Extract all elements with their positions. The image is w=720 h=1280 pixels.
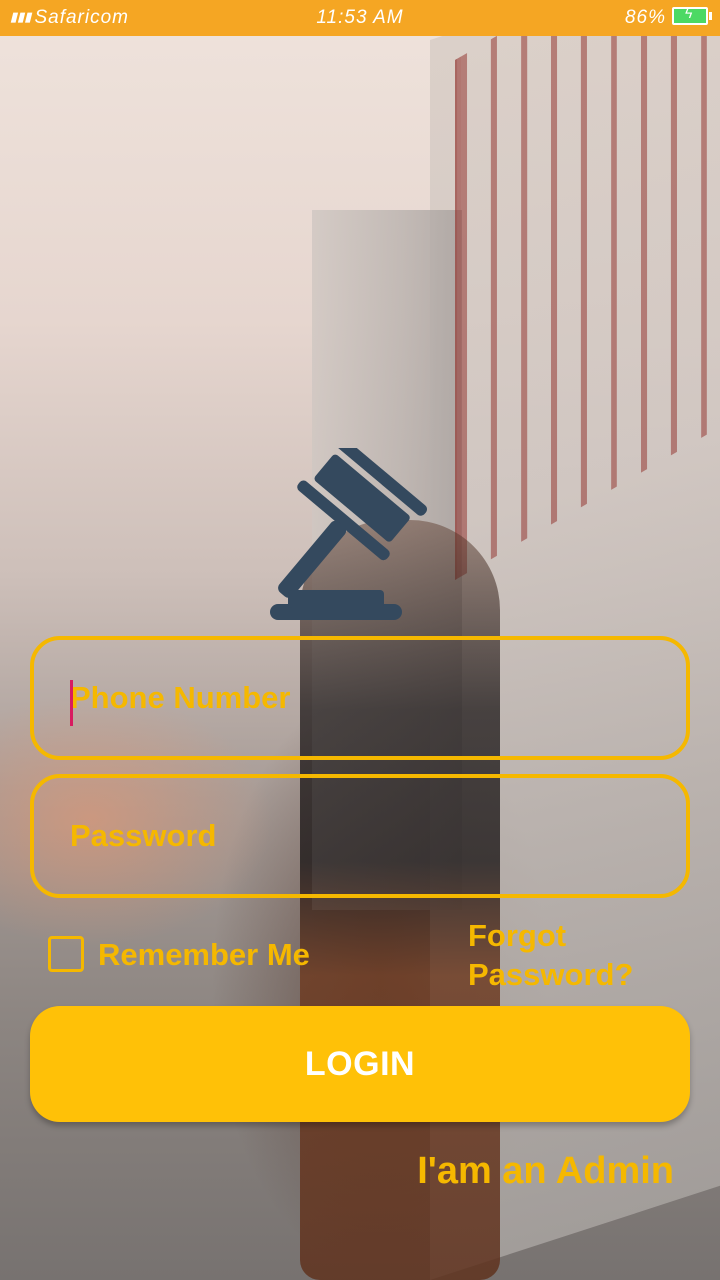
forgot-password-link[interactable]: Forgot Password? xyxy=(468,916,668,994)
status-bar: ▮▮▮ Safaricom 11:53 AM 86% ϟ xyxy=(0,0,720,36)
login-screen: ▮▮▮Safaricom 11:53 AM 86%ϟ Remember Me F… xyxy=(0,0,720,1280)
charging-icon: ϟ xyxy=(685,5,694,21)
status-time: 11:53 AM xyxy=(316,7,404,28)
phone-number-input[interactable] xyxy=(70,640,650,756)
text-cursor xyxy=(70,680,73,726)
admin-link[interactable]: I'am an Admin xyxy=(417,1150,674,1193)
remember-me-label[interactable]: Remember Me xyxy=(98,937,310,973)
battery-icon: ϟ xyxy=(672,5,712,25)
login-button[interactable]: LOGIN xyxy=(30,1006,690,1122)
battery-group: 86% ϟ xyxy=(624,5,712,29)
battery-percent: 86% xyxy=(624,7,666,28)
phone-number-field[interactable] xyxy=(30,636,690,760)
remember-me-checkbox[interactable] xyxy=(48,936,84,972)
gavel-icon xyxy=(270,448,428,620)
password-field[interactable] xyxy=(30,774,690,898)
password-input[interactable] xyxy=(70,778,650,894)
